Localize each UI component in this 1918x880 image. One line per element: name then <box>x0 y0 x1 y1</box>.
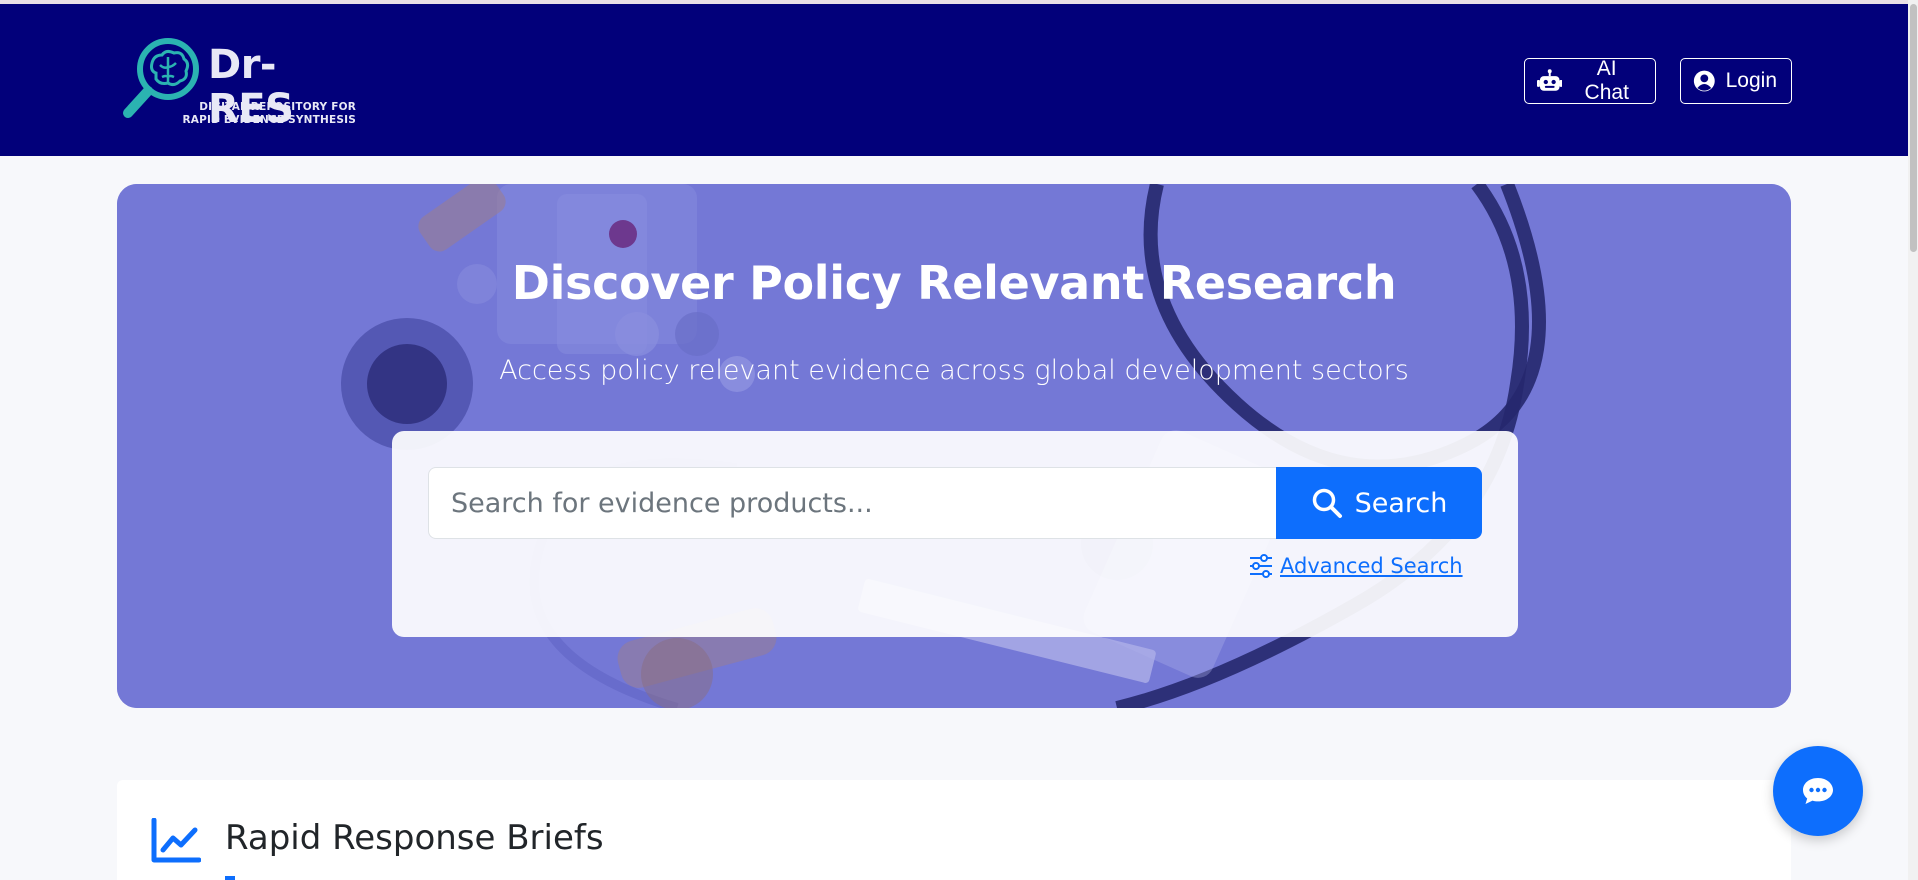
user-circle-icon <box>1693 70 1715 92</box>
hero-subtitle: Access policy relevant evidence across g… <box>499 355 1409 386</box>
brand-tagline: DIGITAL REPOSITORY FOR RAPID EVIDENCE SY… <box>156 101 356 127</box>
advanced-search-link[interactable]: Advanced Search <box>1248 553 1463 579</box>
brand-tagline-line1: DIGITAL REPOSITORY FOR <box>199 101 356 113</box>
page-scrollbar[interactable] <box>1908 0 1918 880</box>
site-logo[interactable]: Dr-RES DIGITAL REPOSITORY FOR RAPID EVID… <box>120 33 356 133</box>
rapid-response-briefs-section: Rapid Response Briefs <box>117 780 1791 880</box>
floating-chat-button[interactable] <box>1773 746 1863 836</box>
section-title: Rapid Response Briefs <box>225 818 604 858</box>
scrollbar-thumb[interactable] <box>1910 4 1917 252</box>
ai-chat-label: AI Chat <box>1584 57 1629 104</box>
section-content-marker <box>225 876 235 880</box>
brand-tagline-line2: RAPID EVIDENCE SYNTHESIS <box>182 114 356 126</box>
robot-icon <box>1537 69 1563 91</box>
search-icon <box>1312 488 1342 518</box>
search-input[interactable] <box>428 467 1278 539</box>
chat-bubble-icon <box>1803 778 1833 804</box>
search-button-label: Search <box>1354 487 1448 519</box>
site-header: Dr-RES DIGITAL REPOSITORY FOR RAPID EVID… <box>0 4 1908 156</box>
advanced-search-label: Advanced Search <box>1280 554 1463 578</box>
search-card: Search Advanced Search <box>392 431 1518 637</box>
login-button[interactable]: Login <box>1680 58 1792 104</box>
chart-line-icon <box>151 818 201 863</box>
hero-title: Discover Policy Relevant Research <box>511 256 1397 310</box>
ai-chat-button[interactable]: AI Chat <box>1524 57 1656 104</box>
search-button[interactable]: Search <box>1276 467 1482 539</box>
login-label: Login <box>1725 69 1777 92</box>
sliders-icon <box>1250 554 1272 578</box>
